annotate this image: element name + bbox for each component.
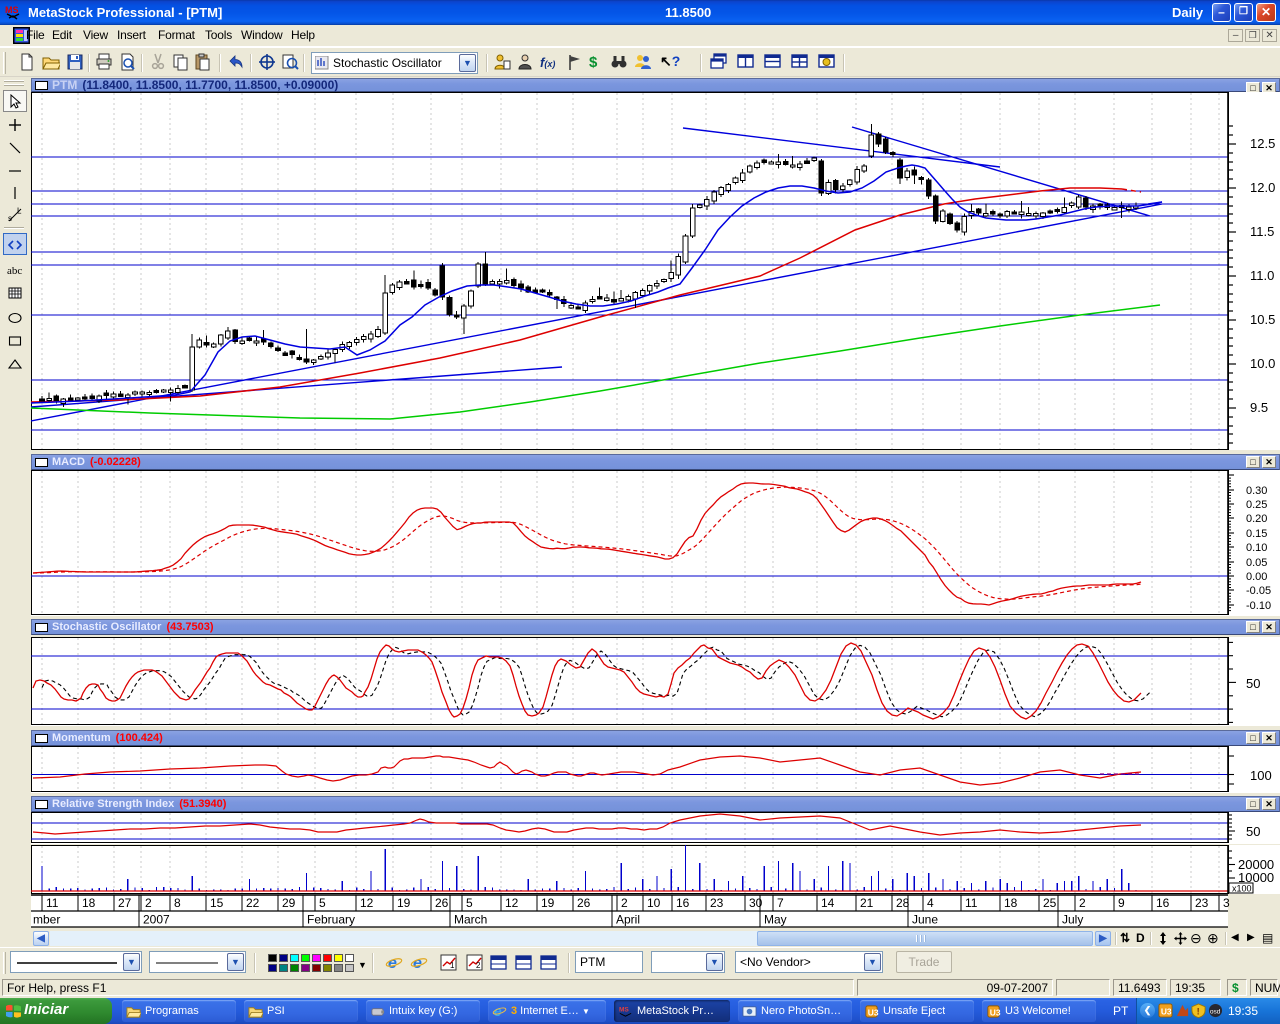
svg-text:2: 2	[145, 896, 152, 910]
svg-text:MS: MS	[619, 1006, 629, 1013]
svg-text:10.5: 10.5	[1250, 312, 1275, 327]
svg-text:-0.05: -0.05	[1246, 585, 1271, 597]
svg-text:e: e	[494, 1004, 502, 1019]
svg-text:2: 2	[1079, 896, 1086, 910]
svg-text:5: 5	[466, 896, 473, 910]
svg-text:23: 23	[710, 896, 724, 910]
svg-text:February: February	[307, 913, 355, 927]
svg-text:e: e	[413, 955, 422, 972]
svg-text:12: 12	[360, 896, 374, 910]
svg-text:2: 2	[621, 896, 628, 910]
svg-text:May: May	[764, 913, 787, 927]
svg-text:8: 8	[174, 896, 181, 910]
svg-text:April: April	[616, 913, 640, 927]
svg-text:abc: abc	[7, 265, 22, 277]
svg-text:50: 50	[1246, 676, 1260, 691]
svg-text:12: 12	[505, 896, 519, 910]
svg-text:June: June	[912, 913, 938, 927]
svg-text:5: 5	[319, 896, 326, 910]
svg-text:16: 16	[676, 896, 690, 910]
svg-text:26: 26	[435, 896, 449, 910]
svg-text:11.0: 11.0	[1250, 268, 1274, 283]
svg-text:11: 11	[46, 896, 59, 910]
svg-text:osd: osd	[1210, 1008, 1221, 1015]
svg-text:10: 10	[647, 896, 661, 910]
svg-text:March: March	[454, 913, 487, 927]
svg-text:30: 30	[749, 896, 763, 910]
svg-text:July: July	[1062, 913, 1083, 927]
svg-text:0.00: 0.00	[1246, 571, 1267, 583]
svg-text:L: L	[17, 207, 22, 216]
svg-text:12.5: 12.5	[1250, 136, 1275, 151]
svg-text:e: e	[388, 955, 397, 972]
svg-text:21: 21	[860, 896, 874, 910]
svg-text:16: 16	[1156, 896, 1170, 910]
svg-text:0.05: 0.05	[1246, 557, 1267, 569]
svg-text:29: 29	[282, 896, 296, 910]
svg-text:50: 50	[1246, 824, 1260, 839]
svg-text:9: 9	[1118, 896, 1125, 910]
svg-text:0.25: 0.25	[1246, 499, 1267, 511]
svg-text:2007: 2007	[143, 913, 170, 927]
svg-text:10.0: 10.0	[1250, 356, 1275, 371]
svg-text:!: !	[1197, 1006, 1200, 1016]
svg-text:9.5: 9.5	[1250, 400, 1268, 415]
svg-text:26: 26	[577, 896, 591, 910]
svg-text:18: 18	[1004, 896, 1018, 910]
svg-text:3: 3	[1223, 896, 1230, 910]
svg-text:0.10: 0.10	[1246, 542, 1267, 554]
svg-text:-0.10: -0.10	[1246, 600, 1271, 612]
svg-text:22: 22	[246, 896, 260, 910]
svg-text:U3: U3	[1161, 1006, 1172, 1016]
svg-text:U3: U3	[868, 1007, 879, 1017]
svg-text:U3: U3	[990, 1007, 1001, 1017]
svg-text:19: 19	[397, 896, 411, 910]
svg-text:12.0: 12.0	[1250, 180, 1275, 195]
svg-text:11.5: 11.5	[1250, 224, 1274, 239]
svg-text:14: 14	[821, 896, 835, 910]
svg-text:0.20: 0.20	[1246, 513, 1267, 525]
svg-text:0.15: 0.15	[1246, 528, 1267, 540]
svg-text:15: 15	[210, 896, 224, 910]
svg-text:27: 27	[118, 896, 132, 910]
svg-text:1: 1	[450, 961, 455, 970]
svg-text:11: 11	[965, 896, 978, 910]
svg-text:0.30: 0.30	[1246, 485, 1267, 497]
svg-text:mber: mber	[33, 913, 60, 927]
svg-text:2: 2	[476, 961, 481, 970]
svg-text:MS: MS	[5, 5, 19, 15]
svg-text:4: 4	[927, 896, 934, 910]
svg-text:100: 100	[1250, 768, 1272, 783]
svg-text:18: 18	[82, 896, 96, 910]
svg-text:7: 7	[777, 896, 784, 910]
svg-text:25: 25	[1043, 896, 1057, 910]
svg-text:19: 19	[541, 896, 555, 910]
svg-text:x100: x100	[1232, 884, 1252, 894]
svg-text:23: 23	[1195, 896, 1209, 910]
